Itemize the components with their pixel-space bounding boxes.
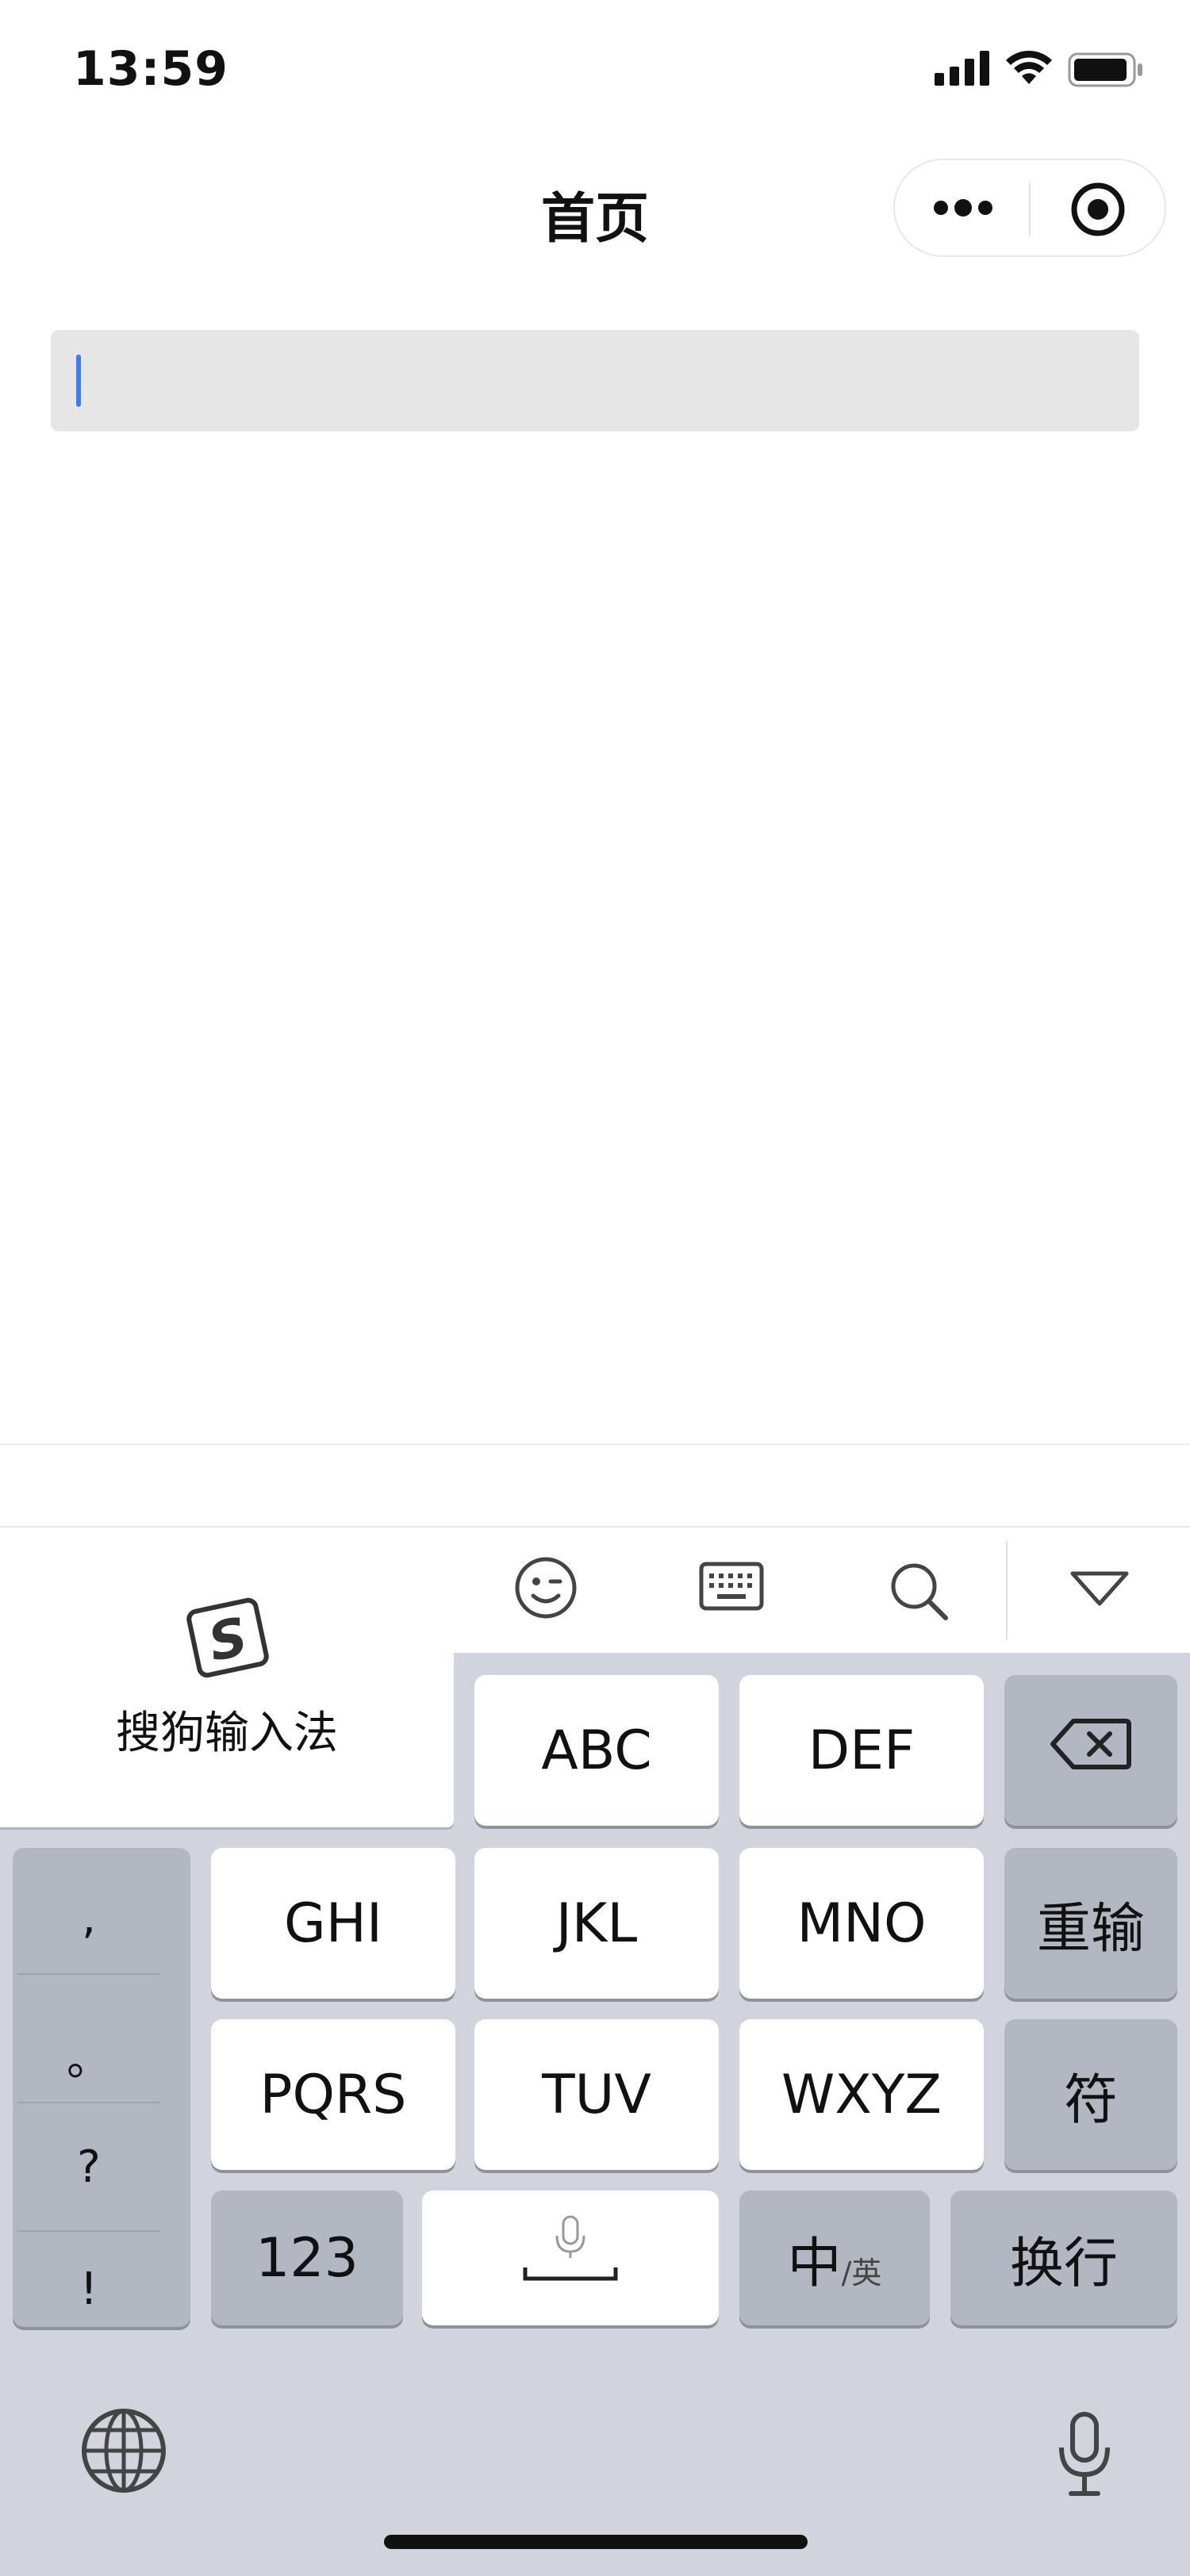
newline-key-label: 换行 (1009, 2232, 1118, 2295)
language-switch-key[interactable]: 中/英 (739, 2191, 930, 2325)
symbols-key-label: 符 (1063, 2068, 1118, 2132)
text-cursor (76, 355, 81, 407)
ime-name-label: 搜狗输入法 (116, 1708, 338, 1759)
key-tuv[interactable]: TUV (474, 2019, 719, 2170)
microphone-icon[interactable] (1057, 2411, 1112, 2501)
home-indicator[interactable] (384, 2535, 808, 2549)
search-input[interactable] (51, 330, 1139, 431)
key-mno[interactable]: MNO (739, 1848, 984, 1999)
numbers-key[interactable]: 123 (211, 2191, 403, 2325)
punct-separator (17, 1973, 160, 1975)
key-ghi-label: GHI (284, 1892, 382, 1955)
key-pqrs[interactable]: PQRS (211, 2019, 455, 2170)
keyboard-layout-icon[interactable] (698, 1556, 765, 1623)
delete-icon (1050, 1716, 1132, 1785)
punct-separator (17, 2230, 160, 2232)
space-key[interactable] (422, 2191, 719, 2325)
key-wxyz[interactable]: WXYZ (739, 2019, 984, 2170)
search-input-field[interactable] (51, 330, 1139, 431)
key-abc[interactable]: ABC (474, 1675, 719, 1826)
toolbar-divider (1006, 1540, 1008, 1640)
emoji-icon[interactable] (512, 1554, 579, 1624)
punct-exclaim-key[interactable]: ! (17, 2264, 160, 2315)
divider (0, 1443, 1190, 1445)
close-miniprogram-icon[interactable] (1069, 181, 1127, 241)
key-pqrs-label: PQRS (259, 2063, 407, 2126)
key-def-label: DEF (808, 1719, 916, 1782)
punct-comma-key[interactable]: , (17, 1892, 160, 1944)
sogou-logo-icon[interactable]: S (184, 1594, 271, 1685)
key-def[interactable]: DEF (739, 1675, 984, 1826)
capsule-divider (1029, 182, 1031, 236)
key-mno-label: MNO (797, 1892, 927, 1955)
retype-key-label: 重输 (1036, 1897, 1145, 1961)
space-mic-icon (519, 2212, 622, 2305)
status-time: 13:59 (73, 41, 228, 97)
battery-icon (1068, 52, 1144, 90)
wifi-icon (1004, 44, 1054, 89)
globe-icon[interactable] (79, 2406, 168, 2498)
numbers-key-label: 123 (255, 2226, 359, 2290)
cellular-signal-icon (935, 51, 992, 89)
key-ghi[interactable]: GHI (211, 1848, 455, 1999)
key-abc-label: ABC (541, 1719, 652, 1782)
key-tuv-label: TUV (542, 2063, 651, 2126)
more-options-icon[interactable] (931, 190, 995, 228)
key-jkl[interactable]: JKL (474, 1848, 719, 1999)
punct-question-key[interactable]: ? (17, 2141, 160, 2193)
symbols-key[interactable]: 符 (1004, 2019, 1177, 2170)
punct-separator (17, 2102, 160, 2103)
lang-main-label: 中 (787, 2232, 842, 2295)
key-wxyz-label: WXYZ (781, 2063, 942, 2126)
newline-key[interactable]: 换行 (950, 2191, 1177, 2325)
lang-sub-label: /英 (841, 2255, 882, 2290)
keyboard-toolbar (0, 1526, 1190, 1653)
search-icon[interactable] (885, 1558, 952, 1627)
punct-period-key[interactable]: 。 (17, 2024, 160, 2088)
retype-key[interactable]: 重输 (1004, 1848, 1177, 1999)
delete-key[interactable] (1004, 1675, 1177, 1826)
hide-keyboard-icon[interactable] (1069, 1569, 1130, 1612)
key-jkl-label: JKL (555, 1892, 638, 1955)
